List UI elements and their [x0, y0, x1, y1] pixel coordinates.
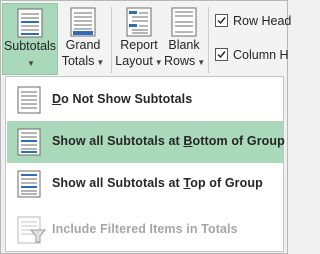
menu-item-include-filtered-items: Include Filtered Items in Totals [7, 209, 283, 251]
column-headers-label: Column H [233, 48, 289, 62]
row-headers-checkbox[interactable] [215, 14, 228, 27]
label-text: ottom of Group [192, 134, 285, 148]
ribbon-separator [208, 7, 209, 73]
chevron-down-icon: ▼ [197, 58, 206, 67]
blank-rows-label-line2: Rows [164, 54, 196, 68]
grand-totals-icon [70, 7, 96, 37]
row-headers-option[interactable]: Row Head [215, 13, 291, 31]
menu-item-label: Do Not Show Subtotals [52, 92, 192, 106]
pivot-design-ribbon: Subtotals ▼ Grand Totals ▼ Report Layout… [1, 1, 291, 77]
grand-totals-label-line1: Grand [65, 38, 101, 52]
column-headers-option[interactable]: Column H [215, 47, 289, 65]
column-headers-checkbox[interactable] [215, 48, 228, 61]
chevron-down-icon: ▼ [27, 59, 35, 68]
row-headers-label: Row Head [233, 14, 292, 28]
label-text: Include Filtered Items in Totals [52, 222, 238, 236]
checkmark-icon [217, 51, 226, 59]
subtotals-bottom-icon [17, 128, 41, 156]
report-layout-button[interactable]: Report Layout ▼ [114, 3, 164, 75]
label-text: Show all Subtotals at [52, 176, 184, 190]
menu-item-subtotals-bottom-of-group[interactable]: Show all Subtotals at Bottom of Group [7, 121, 285, 163]
chevron-down-icon: ▼ [154, 58, 163, 67]
blank-rows-icon [171, 7, 197, 37]
checkmark-icon [217, 17, 226, 25]
subtotals-dropdown-menu: Do Not Show Subtotals Show all Subtotals… [5, 76, 285, 252]
blank-rows-button[interactable]: Blank Rows ▼ [164, 3, 206, 75]
subtotals-label: Subtotals [3, 39, 57, 53]
access-key: D [52, 92, 62, 106]
subtotals-button[interactable]: Subtotals ▼ [2, 3, 58, 75]
no-subtotals-icon [17, 86, 41, 114]
menu-item-subtotals-top-of-group[interactable]: Show all Subtotals at Top of Group [7, 163, 283, 205]
subtotals-top-icon [17, 170, 41, 198]
menu-item-label: Show all Subtotals at Bottom of Group [52, 134, 285, 148]
subtotals-icon [17, 8, 43, 38]
grand-totals-label-line2: Totals [61, 54, 95, 68]
subtotals-dropdown-caret[interactable]: ▼ [3, 54, 57, 72]
report-layout-label-line2: Layout [115, 54, 153, 68]
menu-item-label: Include Filtered Items in Totals [52, 222, 238, 236]
menu-item-label: Show all Subtotals at Top of Group [52, 176, 263, 190]
label-text: op of Group [190, 176, 263, 190]
menu-item-do-not-show-subtotals[interactable]: Do Not Show Subtotals [7, 79, 283, 121]
label-text: Show all Subtotals at [52, 134, 184, 148]
label-text: o Not Show Subtotals [61, 92, 193, 106]
ribbon-separator [111, 7, 112, 73]
report-layout-icon [126, 7, 152, 37]
report-layout-label-line1: Report [120, 38, 158, 52]
chevron-down-icon: ▼ [96, 58, 105, 67]
filter-totals-icon [17, 216, 47, 244]
blank-rows-label-line1: Blank [168, 38, 200, 52]
access-key: B [183, 134, 193, 148]
grand-totals-button[interactable]: Grand Totals ▼ [58, 3, 108, 75]
